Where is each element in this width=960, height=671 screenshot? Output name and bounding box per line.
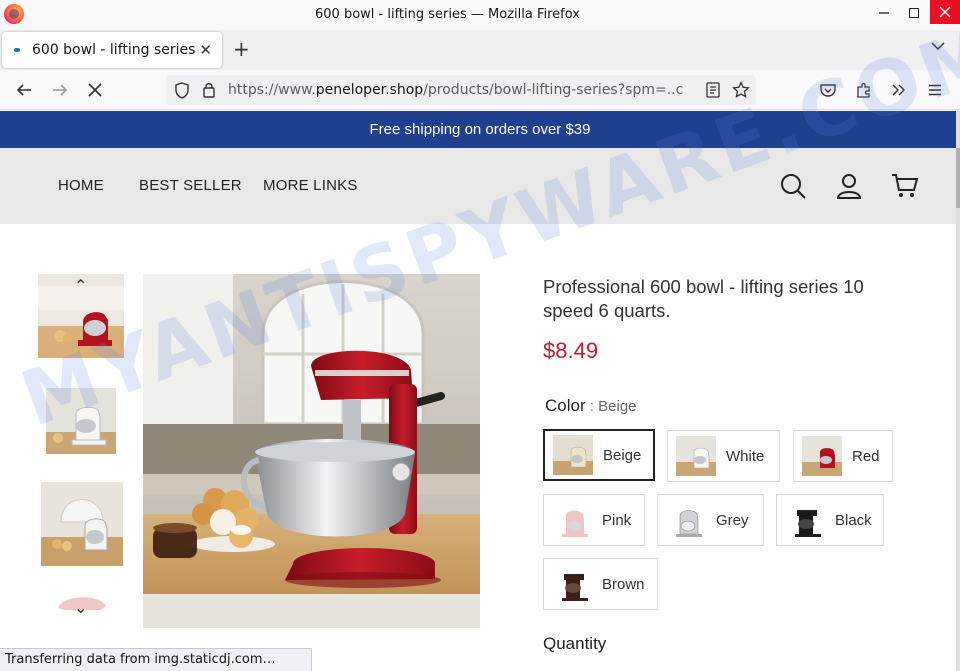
cart-icon[interactable] (891, 172, 919, 200)
main-product-image[interactable] (143, 274, 480, 628)
tracking-protection-shield-icon[interactable] (174, 82, 190, 99)
swatch-black-label: Black (835, 511, 872, 529)
list-all-tabs-icon[interactable] (930, 38, 946, 54)
back-arrow-icon (16, 84, 31, 96)
swatch-pink-label: Pink (602, 511, 632, 529)
nav-home[interactable]: HOME (58, 177, 104, 194)
announcement-bar: Free shipping on orders over $39 (0, 111, 960, 148)
swatch-white-label: White (726, 447, 765, 465)
swatch-grey[interactable]: Grey (657, 494, 764, 546)
brown-mixer-thumb (552, 564, 592, 604)
maximize-button[interactable] (900, 0, 928, 26)
page-scrollbar-thumb[interactable] (956, 148, 960, 208)
navigation-toolbar: https://www.peneloper.shop/products/bowl… (0, 70, 960, 110)
swatch-brown-label: Brown (602, 575, 645, 593)
swatch-beige-label: Beige (603, 446, 642, 464)
more-tools-button[interactable] (887, 78, 911, 102)
browser-tab[interactable]: 600 bowl - lifting series ✕ (2, 32, 222, 68)
forward-button[interactable] (48, 78, 72, 102)
pink-mixer-thumb (552, 500, 592, 540)
browser-window: 600 bowl - lifting series — Mozilla Fire… (0, 0, 960, 671)
hamburger-menu-icon (929, 84, 941, 96)
url-bar[interactable]: https://www.peneloper.shop/products/bowl… (166, 75, 756, 105)
color-label-text: Color (545, 396, 586, 415)
extensions-button[interactable] (852, 78, 876, 102)
swatch-brown[interactable]: Brown (543, 558, 658, 610)
swatch-pink[interactable]: Pink (543, 494, 645, 546)
swatch-grey-label: Grey (716, 511, 749, 529)
app-menu-button[interactable] (923, 78, 947, 102)
thumbnail-white-mixer-kitchen[interactable] (41, 482, 127, 566)
minimize-icon (879, 12, 889, 14)
nav-best-seller[interactable]: BEST SELLER (139, 177, 242, 194)
product-title: Professional 600 bowl - lifting series 1… (543, 276, 864, 321)
window-title: 600 bowl - lifting series — Mozilla Fire… (315, 7, 580, 22)
grey-mixer-thumb (666, 500, 706, 540)
thumbnail-scroll-down-icon[interactable]: ⌄ (74, 598, 87, 617)
white-mixer-thumb (676, 436, 716, 476)
red-mixer-thumb (802, 436, 842, 476)
url-text[interactable]: https://www.peneloper.shop/products/bowl… (228, 82, 698, 98)
new-tab-button[interactable]: + (233, 37, 250, 61)
bookmark-star-icon[interactable] (732, 81, 750, 99)
close-icon (939, 6, 951, 18)
site-header: HOME BEST SELLER MORE LINKS (0, 148, 956, 224)
product-price: $8.49 (543, 338, 599, 363)
minimize-button[interactable] (870, 0, 898, 26)
pocket-button[interactable] (816, 78, 840, 102)
tab-strip: 600 bowl - lifting series ✕ + (0, 30, 960, 70)
url-host: peneloper.shop (315, 82, 424, 98)
thumbnail-scroll-up-icon[interactable]: ⌃ (74, 276, 87, 295)
tab-title: 600 bowl - lifting series (32, 42, 196, 58)
kitchen-mixer-photo (143, 274, 480, 628)
swatch-red-label: Red (852, 447, 880, 465)
lock-icon[interactable] (202, 81, 216, 98)
url-path: /products/bowl-lifting-series?spm=..c (423, 82, 684, 98)
extensions-puzzle-icon (857, 82, 870, 98)
stop-button[interactable] (83, 78, 107, 102)
color-label: Color : Beige (545, 396, 637, 416)
swatch-white[interactable]: White (667, 430, 780, 482)
close-window-button[interactable] (930, 0, 960, 24)
back-button[interactable] (12, 78, 36, 102)
swatch-beige[interactable]: Beige (543, 429, 655, 481)
account-icon[interactable] (835, 172, 863, 200)
tab-close-icon[interactable]: ✕ (199, 41, 212, 59)
url-prefix: https://www. (228, 82, 316, 98)
thumbnail-white-mixer[interactable] (38, 378, 124, 462)
selected-color-value: Beige (598, 398, 637, 415)
maximize-icon (909, 8, 919, 18)
beige-mixer-thumb (553, 435, 593, 475)
quantity-label: Quantity (543, 634, 607, 653)
search-icon[interactable] (779, 172, 807, 200)
pocket-icon (820, 84, 836, 97)
forward-arrow-icon (53, 84, 68, 96)
chevron-double-right-icon (892, 84, 905, 96)
title-bar: 600 bowl - lifting series — Mozilla Fire… (0, 0, 960, 30)
color-label-separator: : (585, 398, 599, 415)
status-bar: Transferring data from img.staticdj.com… (0, 648, 312, 671)
black-mixer-thumb (785, 500, 825, 540)
tab-favicon-icon (14, 48, 20, 52)
swatch-red[interactable]: Red (793, 430, 893, 482)
swatch-black[interactable]: Black (776, 494, 884, 546)
stop-icon (88, 83, 102, 97)
reader-view-icon[interactable] (706, 82, 720, 98)
nav-more-links[interactable]: MORE LINKS (263, 177, 358, 194)
thumbnail-red-mixer[interactable]: ⌃ (38, 274, 124, 358)
